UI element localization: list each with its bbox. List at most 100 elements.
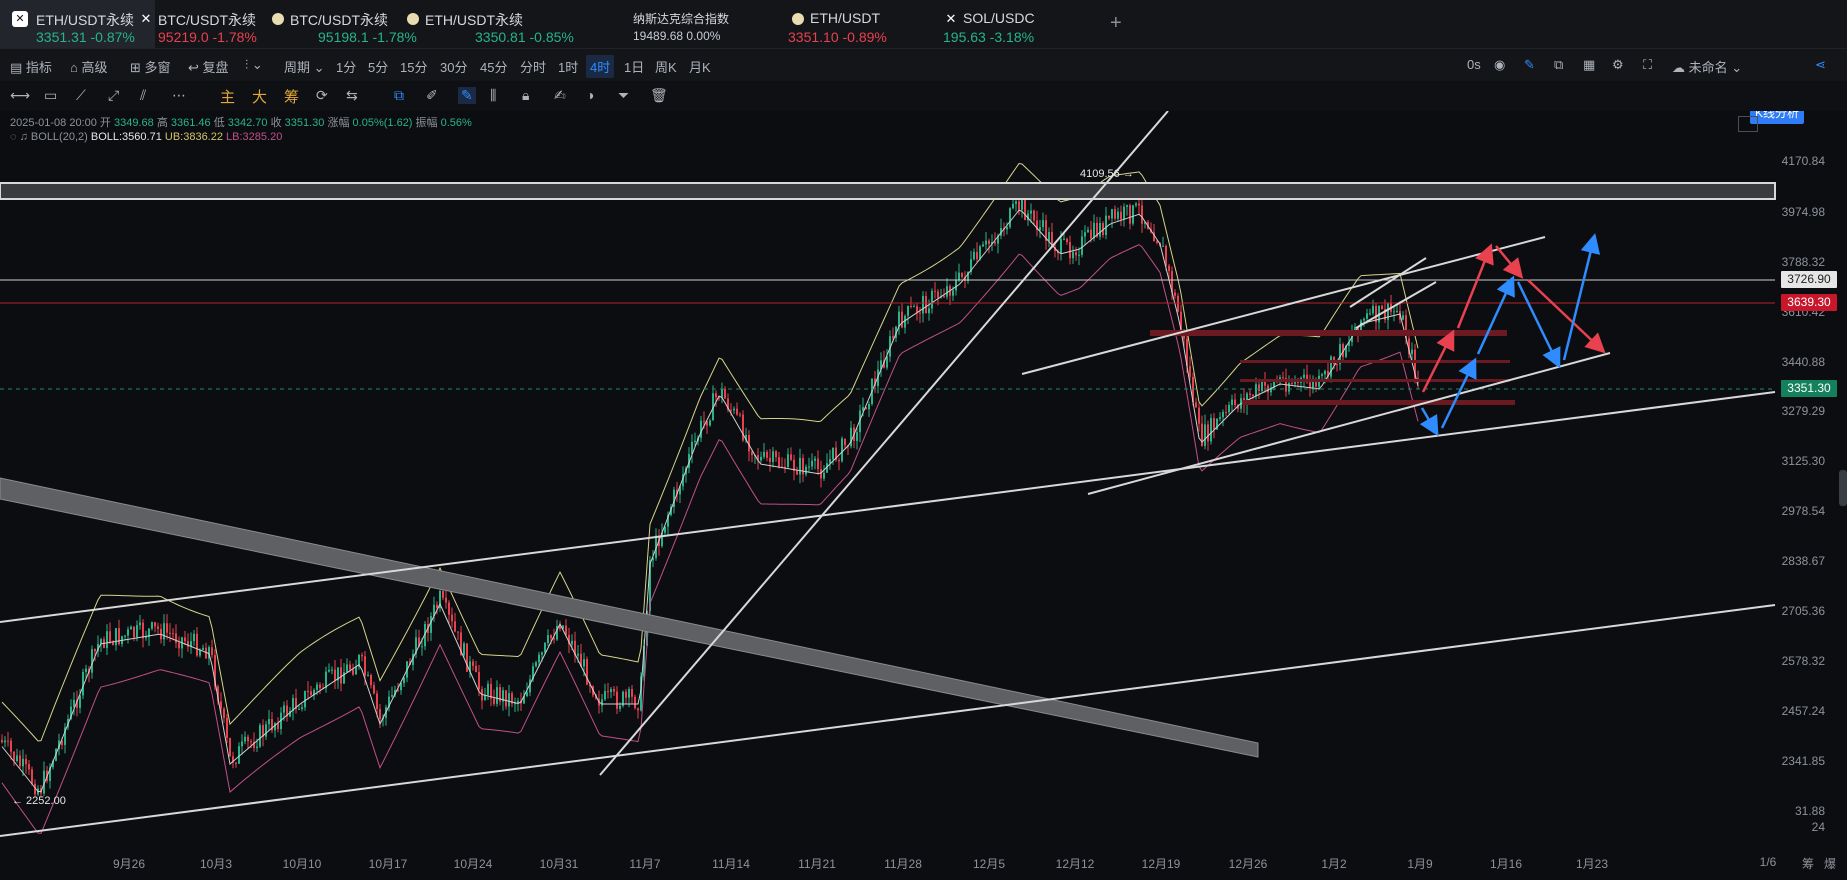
tab-btc-usdt-perp-2[interactable]: BTC/USDT永续 95198.1 -1.78% [260,0,417,48]
multi-window-button[interactable]: ⊞ 多窗 [130,57,171,76]
candle-body [829,459,831,464]
chip-distribution-button[interactable]: 筹 [1802,855,1814,872]
candle-body [772,451,774,462]
camera-icon[interactable]: ◉ [1494,57,1505,73]
pen-icon[interactable]: ✎ [1524,57,1535,73]
interval-5m[interactable]: 5分 [368,57,388,76]
interval-15m[interactable]: 15分 [400,57,427,76]
y-tick: 2341.85 [1781,754,1825,768]
support-zone-1 [1150,330,1507,336]
filter-icon[interactable]: ⏷ [618,87,629,104]
magnet-icon[interactable]: ◑ [586,87,594,103]
copy-icon[interactable]: ⧉ [394,87,404,104]
tab-nasdaq[interactable]: 纳斯达克综合指数 19489.68 0.00% [625,0,780,48]
candle-body [1321,374,1323,376]
interval-4h[interactable]: 4时 [586,55,615,78]
candle-body [505,690,507,707]
interval-1d[interactable]: 1日 [624,57,644,76]
candle-body [202,647,204,650]
liquidation-button[interactable]: 爆 [1824,855,1836,872]
candle-body [340,667,342,684]
candle-body [4,740,6,743]
candle-body [733,408,735,411]
main-indicator-button[interactable]: 主 [220,86,235,107]
x-tick: 12月5 [972,857,1006,871]
draw-mode-icon[interactable]: ✎ [458,87,476,104]
chip-button[interactable]: 筹 [284,86,299,107]
candle-body [1198,407,1200,424]
collapse-icon[interactable] [1738,116,1758,132]
trash-icon[interactable]: 🗑︎ [650,87,668,104]
candle-body [1,740,3,743]
candle-body [1381,305,1383,310]
candle-body [493,698,495,704]
ruler-icon[interactable]: ✐ [426,87,438,104]
candle-body [892,336,894,338]
candle-body [526,692,528,697]
interval-1w[interactable]: 周K [655,57,677,76]
candle-body [796,470,798,475]
candle-body [1168,265,1170,271]
tab-symbol: BTC/USDT永续 [158,12,256,28]
add-tab-icon[interactable]: + [1110,12,1122,35]
compare-icon[interactable]: ⇆ [346,87,358,104]
candle-body [973,251,975,260]
interval-1m[interactable]: 1分 [336,57,356,76]
tab-eth-usdt-spot[interactable]: ETH/USDT 3351.10 -0.89% [780,0,935,48]
candle-body [307,691,309,693]
share-icon[interactable]: ⋖ [1815,57,1826,73]
period-dropdown[interactable]: 周期 ⌄ [284,57,325,76]
more-icon[interactable]: ⋯ [172,87,186,104]
candle-body [550,635,552,639]
big-order-button[interactable]: 大 [252,86,267,107]
candle-body [616,691,618,709]
layout-icon[interactable]: ▦ [1583,57,1595,73]
replay-button[interactable]: ↩ 复盘 [188,57,229,76]
candle-body [1090,229,1092,239]
cloud-layout-dropdown[interactable]: ☁ 未命名 ⌄ [1672,57,1742,76]
window-icon[interactable]: ⧉ [1554,57,1563,73]
trend-line-icon[interactable]: ⟋ [76,87,86,104]
tab-eth-usdt-perp-2[interactable]: ETH/USDT永续 3350.81 -0.85% [395,0,574,48]
ray-icon[interactable]: ⤢ [108,87,119,104]
interval-1mo[interactable]: 月K [689,57,711,76]
interval-45m[interactable]: 45分 [480,57,507,76]
candle-body [136,625,138,638]
fullscreen-icon[interactable]: ⛶ [1643,57,1652,73]
y-tick: 2578.32 [1781,654,1825,668]
interval-30m[interactable]: 30分 [440,57,467,76]
candle-body [196,633,198,656]
interval-1h[interactable]: 1时 [558,57,578,76]
interval-timeshare[interactable]: 分时 [520,57,546,76]
edit-icon[interactable]: ✍ [554,87,566,104]
candle-body [361,655,363,657]
indicator-button[interactable]: ▤ 指标 [10,57,52,76]
sync-icon[interactable]: ⟳ [316,87,328,104]
price-chart[interactable] [0,111,1847,851]
tab-symbol: 纳斯达克综合指数 [633,12,730,26]
low-annotation: ← 2252.00 [12,795,66,807]
settings-icon[interactable]: ⚙ [1612,57,1624,73]
lock-icon[interactable]: 🔒︎ [522,87,529,104]
candle-body [544,642,546,653]
candle-body [265,724,267,737]
candle-body [247,736,249,742]
side-panel-handle[interactable] [1839,470,1847,506]
chart-style-icon[interactable]: ⫶ ⌄ [245,57,263,73]
candles-icon[interactable]: ⫼ [490,87,496,104]
horizontal-line-icon[interactable]: ⟷ [10,87,30,104]
candle-body [1282,377,1284,379]
candle-body [1066,238,1068,243]
rectangle-icon[interactable]: ▭ [44,87,57,104]
candle-body [832,447,834,460]
candle-body [811,460,813,467]
parallel-channel-icon[interactable]: ⫽ [140,87,146,104]
support-zone-2 [1240,360,1510,363]
advanced-button[interactable]: ⌂ 高级 [70,57,107,76]
support-zone-4 [1242,400,1515,405]
seconds-label[interactable]: 0s [1467,57,1481,72]
tab-sol-usdc[interactable]: ✕ SOL/USDC 195.63 -3.18% [935,0,1090,48]
candle-body [628,689,630,698]
y-tick: 2838.67 [1781,554,1825,568]
candle-body [775,451,777,458]
